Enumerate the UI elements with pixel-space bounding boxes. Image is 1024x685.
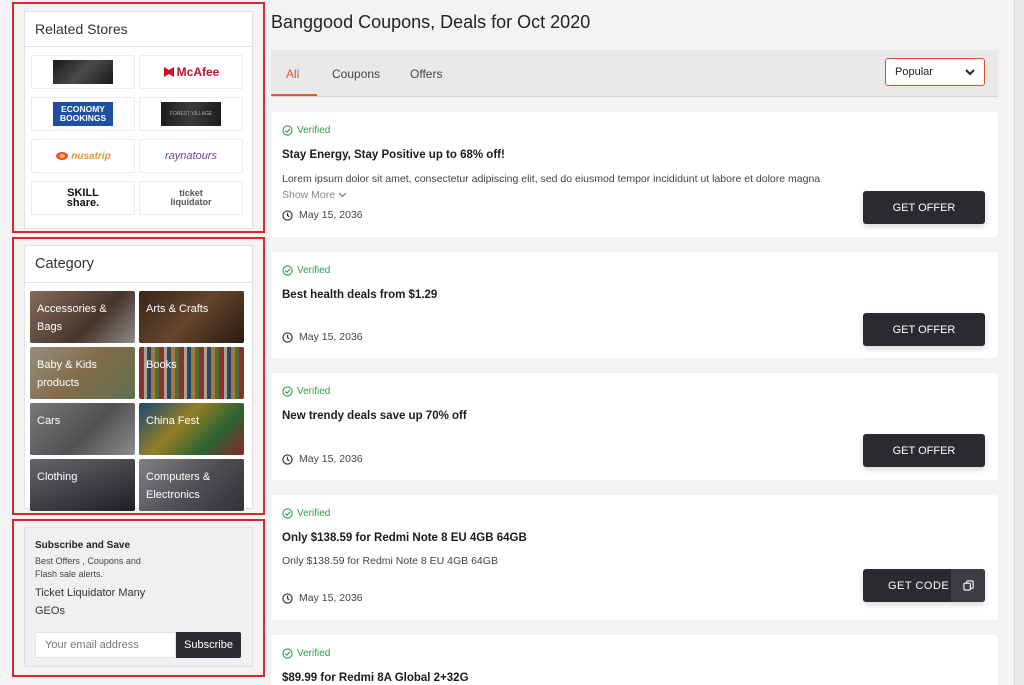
offer-title[interactable]: $89.99 for Redmi 8A Global 2+32G [282, 672, 469, 684]
store-economy-bookings[interactable]: ECONOMY BOOKINGS [31, 97, 135, 131]
forest-village-logo: FOREST VILLAGE [161, 102, 221, 126]
subscribe-button[interactable]: Subscribe [176, 632, 241, 658]
category-label: Accessories & Bags [37, 303, 107, 333]
active-tab-underline [271, 94, 317, 96]
nusatrip-logo: nusatrip [55, 151, 111, 162]
category-label: Baby & Kids products [37, 359, 97, 389]
get-code-button[interactable]: GET CODE [863, 569, 985, 602]
offer-description: Only $138.59 for Redmi Note 8 EU 4GB 64G… [282, 555, 498, 567]
offer-date: May 15, 2036 [282, 209, 363, 221]
offer-title[interactable]: Stay Energy, Stay Positive up to 68% off… [282, 149, 505, 161]
category-china-fest[interactable]: China Fest [139, 403, 244, 455]
store-ticket-liquidator[interactable]: ticket liquidator [139, 181, 243, 215]
subscribe-line-2: Flash sale alerts. [35, 569, 104, 579]
offer-card: Verified $89.99 for Redmi 8A Global 2+32… [271, 635, 998, 685]
store-raynatours[interactable]: raynatours [139, 139, 243, 173]
code-peel [951, 569, 985, 602]
category-clothing[interactable]: Clothing [30, 459, 135, 511]
economy-bookings-logo: ECONOMY BOOKINGS [53, 102, 113, 126]
mcafee-logo: McAfee [163, 65, 219, 79]
raynatours-logo: raynatours [165, 150, 217, 162]
page-edge [1014, 0, 1024, 685]
sort-select[interactable]: Popular [885, 58, 985, 86]
subscribe-line-1: Best Offers , Coupons and [35, 556, 141, 566]
store-nusatrip[interactable]: nusatrip [31, 139, 135, 173]
verified-badge: Verified [282, 265, 330, 276]
get-offer-button[interactable]: GET OFFER [863, 434, 985, 467]
category-label: China Fest [146, 415, 200, 427]
sort-select-value: Popular [895, 66, 933, 78]
subscribe-form: Your email address Subscribe [35, 632, 241, 658]
subscribe-panel: Subscribe and Save Best Offers , Coupons… [24, 527, 253, 667]
offer-title[interactable]: New trendy deals save up 70% off [282, 410, 467, 422]
offer-card: Verified Stay Energy, Stay Positive up t… [271, 112, 998, 237]
clock-icon [282, 331, 293, 343]
related-stores-title: Related Stores [25, 12, 252, 47]
offer-title[interactable]: Best health deals from $1.29 [282, 289, 437, 301]
category-panel: Category Accessories & Bags Arts & Craft… [24, 245, 253, 511]
chevron-down-icon [965, 68, 975, 75]
check-circle-icon [282, 125, 293, 136]
category-computers-electronics[interactable]: Computers & Electronics [139, 459, 244, 511]
verified-badge: Verified [282, 508, 330, 519]
related-stores-panel: Related Stores McAfee ECONOMY BOOKINGS F… [24, 11, 253, 229]
get-code-label: GET CODE [888, 579, 950, 592]
subscribe-title: Subscribe and Save [35, 540, 131, 551]
offer-card: Verified Best health deals from $1.29 Ma… [271, 252, 998, 358]
category-accessories-bags[interactable]: Accessories & Bags [30, 291, 135, 343]
store-dark-banner[interactable] [31, 55, 135, 89]
category-arts-crafts[interactable]: Arts & Crafts [139, 291, 244, 343]
skillshare-logo: SKILL share. [66, 187, 100, 209]
category-label: Computers & Electronics [146, 471, 211, 501]
offer-date: May 15, 2036 [282, 592, 363, 604]
copy-icon [962, 580, 974, 591]
category-baby-kids[interactable]: Baby & Kids products [30, 347, 135, 399]
category-label: Clothing [37, 471, 78, 483]
offer-card: Verified New trendy deals save up 70% of… [271, 373, 998, 480]
filter-tabs-bar: All Coupons Offers Popular [271, 50, 998, 97]
check-circle-icon [282, 265, 293, 276]
subscribe-line-3: Ticket Liquidator Many [35, 587, 146, 599]
category-cars[interactable]: Cars [30, 403, 135, 455]
category-label: Books [146, 359, 177, 371]
subscribe-line-4: GEOs [35, 605, 65, 617]
offer-description: Lorem ipsum dolor sit amet, consectetur … [282, 173, 821, 185]
offer-date: May 15, 2036 [282, 331, 363, 343]
email-input[interactable]: Your email address [35, 632, 176, 658]
offer-card: Verified Only $138.59 for Redmi Note 8 E… [271, 495, 998, 620]
check-circle-icon [282, 648, 293, 659]
tab-coupons[interactable]: Coupons [332, 67, 380, 81]
store-skillshare[interactable]: SKILL share. [31, 181, 135, 215]
clock-icon [282, 592, 293, 604]
chevron-down-icon [338, 192, 347, 198]
store-mcafee[interactable]: McAfee [139, 55, 243, 89]
offer-date: May 15, 2036 [282, 453, 363, 465]
check-circle-icon [282, 508, 293, 519]
ticket-liquidator-logo: ticket liquidator [170, 188, 212, 207]
get-offer-button[interactable]: GET OFFER [863, 191, 985, 224]
category-books[interactable]: Books [139, 347, 244, 399]
verified-badge: Verified [282, 386, 330, 397]
dark-banner-logo [53, 60, 113, 84]
tab-all[interactable]: All [286, 67, 299, 81]
clock-icon [282, 453, 293, 465]
store-forest-village[interactable]: FOREST VILLAGE [139, 97, 243, 131]
category-title: Category [25, 246, 252, 283]
show-more-link[interactable]: Show More [282, 189, 347, 201]
category-label: Cars [37, 415, 61, 427]
get-offer-button[interactable]: GET OFFER [863, 313, 985, 346]
offer-title[interactable]: Only $138.59 for Redmi Note 8 EU 4GB 64G… [282, 532, 527, 544]
category-label: Arts & Crafts [146, 303, 209, 315]
tab-offers[interactable]: Offers [410, 67, 442, 81]
page-title: Banggood Coupons, Deals for Oct 2020 [271, 12, 591, 32]
check-circle-icon [282, 386, 293, 397]
verified-badge: Verified [282, 648, 330, 659]
clock-icon [282, 209, 293, 221]
verified-badge: Verified [282, 125, 330, 136]
